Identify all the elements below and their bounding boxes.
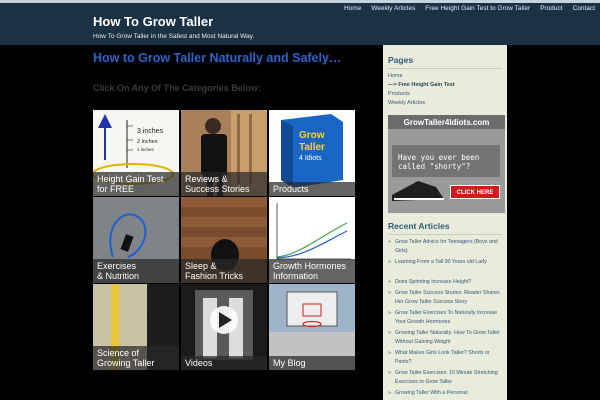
svg-text:Taller: Taller	[299, 142, 325, 153]
ad-click-here-button[interactable]: CLICK HERE	[450, 185, 500, 199]
tile-growth-hormones[interactable]: Growth Hormones Information	[269, 197, 355, 283]
page-link-home[interactable]: Home	[388, 73, 403, 79]
list-item[interactable]: Does Sprinting Increase Height?	[388, 278, 504, 287]
nav-weekly-articles[interactable]: Weekly Articles	[366, 3, 420, 14]
tile-caption: Reviews & Success Stories	[181, 172, 267, 196]
tile-height-gain-test[interactable]: 3 inches 2 inches 1 inches Height Gain T…	[93, 110, 179, 196]
tile-reviews-success-stories[interactable]: Reviews & Success Stories	[181, 110, 267, 196]
tile-caption: My Blog	[269, 356, 355, 370]
tile-science-growing-taller[interactable]: Science of Growing Taller	[93, 284, 179, 370]
tile-my-blog[interactable]: My Blog	[269, 284, 355, 370]
sidebar: Pages Home —> Free Height Gain Test Prod…	[383, 45, 507, 400]
list-item[interactable]: Grow Taller Advice for Teenagers (Boys a…	[388, 238, 504, 256]
page-link-products[interactable]: Products	[388, 91, 410, 97]
ad-site-name: GrowTaller4Idiots.com	[403, 118, 490, 127]
nav-contact[interactable]: Contact	[568, 3, 600, 14]
nav-product[interactable]: Product	[535, 3, 567, 14]
tile-caption: Sleep & Fashion Tricks	[181, 259, 267, 283]
nav-home[interactable]: Home	[339, 3, 366, 14]
categories-heading: Click On Any Of The Categories Below:	[93, 83, 261, 93]
tile-caption: Products	[269, 182, 355, 196]
divider	[388, 234, 502, 235]
list-item[interactable]: What Makes Girls Look Taller? Shorts or …	[388, 349, 504, 367]
page-title[interactable]: How to Grow Taller Naturally and Safely…	[93, 51, 341, 65]
divider	[388, 68, 502, 69]
site-title[interactable]: How To Grow Taller	[93, 14, 213, 29]
tile-products[interactable]: Grow Taller 4 Idiots Products	[269, 110, 355, 196]
tile-caption: Science of Growing Taller	[93, 346, 179, 370]
svg-text:2 inches: 2 inches	[137, 139, 158, 145]
svg-text:Grow: Grow	[299, 130, 325, 141]
tile-caption: Growth Hormones Information	[269, 259, 355, 283]
page-link-free-height-gain-test[interactable]: —> Free Height Gain Test	[388, 82, 455, 88]
list-item[interactable]: Learning From a Tall 90 Years old Lady	[388, 258, 504, 267]
category-grid: 3 inches 2 inches 1 inches Height Gain T…	[93, 110, 355, 371]
nav-free-height-gain-test[interactable]: Free Height Gain Test to Grow Taller	[420, 3, 535, 14]
svg-text:3 inches: 3 inches	[137, 128, 164, 135]
list-item[interactable]: Growing Taller With a Personal	[388, 389, 504, 398]
top-nav: Home Weekly Articles Free Height Gain Te…	[339, 3, 600, 14]
list-item[interactable]: Grow Taller Exercises: 10 Minute Stretch…	[388, 369, 504, 387]
list-item[interactable]: Grow Taller Success Stories: Reader Shar…	[388, 289, 504, 307]
tile-exercises-nutrition[interactable]: Exercises & Nutrition	[93, 197, 179, 283]
ad-headline: Have you ever been called "shorty"?	[398, 153, 480, 171]
svg-text:4 Idiots: 4 Idiots	[299, 155, 322, 162]
svg-text:1 inches: 1 inches	[137, 147, 155, 152]
tile-sleep-fashion[interactable]: Sleep & Fashion Tricks	[181, 197, 267, 283]
list-item[interactable]: Growing Taller Naturally: How To Grow Ta…	[388, 329, 504, 347]
tile-caption: Videos	[181, 356, 267, 370]
tile-caption: Height Gain Test for FREE	[93, 172, 179, 196]
tile-caption: Exercises & Nutrition	[93, 259, 179, 283]
site-description: How To Grow Taller in the Safest and Mos…	[93, 33, 255, 40]
sidebar-ad-banner[interactable]: GrowTaller4Idiots.com Have you ever been…	[388, 115, 505, 213]
recent-articles-heading: Recent Articles	[388, 221, 450, 231]
site-header: How To Grow Taller How To Grow Taller in…	[0, 0, 600, 45]
pages-heading: Pages	[388, 55, 414, 65]
list-item[interactable]: Grow Taller Exercises To Naturally Incre…	[388, 309, 504, 327]
page-link-weekly-articles[interactable]: Weekly Articles	[388, 100, 425, 106]
tile-videos[interactable]: Videos	[181, 284, 267, 370]
